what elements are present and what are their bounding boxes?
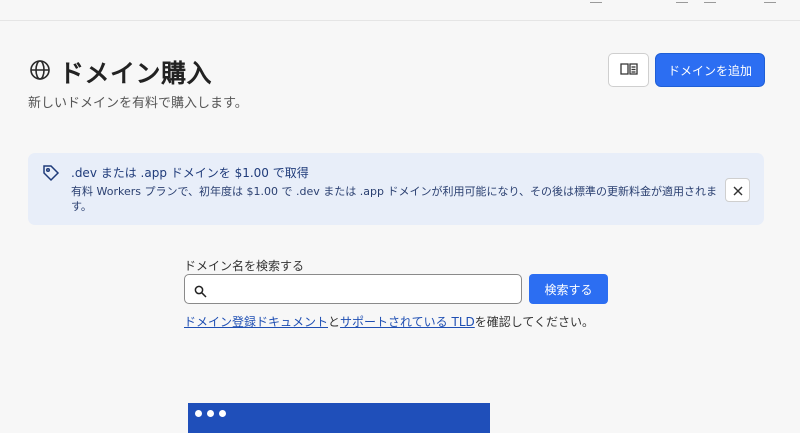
page-header: ドメイン購入 (29, 54, 212, 90)
help-text: ドメイン登録ドキュメントとサポートされている TLDを確認してください。 (184, 313, 594, 330)
globe-icon (29, 59, 51, 85)
search-button[interactable]: 検索する (529, 274, 608, 304)
tag-icon (42, 164, 60, 186)
window-dot (207, 410, 214, 417)
window-dot (195, 410, 202, 417)
add-domain-button[interactable]: ドメインを追加 (655, 53, 765, 87)
window-dot (219, 410, 226, 417)
help-connector: と (328, 315, 341, 329)
search-label: ドメイン名を検索する (184, 259, 305, 273)
documentation-button[interactable] (608, 53, 649, 87)
search-icon (194, 283, 207, 302)
nav-item[interactable] (590, 0, 602, 3)
domain-search-field[interactable] (184, 274, 522, 304)
book-icon (619, 61, 638, 80)
nav-item[interactable] (704, 0, 716, 3)
nav-item[interactable] (676, 0, 688, 3)
help-suffix: を確認してください。 (474, 315, 595, 329)
browser-illustration (188, 403, 490, 433)
supported-tld-link[interactable]: サポートされている TLD (340, 315, 475, 329)
page-subtitle: 新しいドメインを有料で購入します。 (28, 96, 248, 111)
page-title: ドメイン購入 (59, 59, 213, 88)
domain-search-input[interactable] (213, 279, 517, 301)
domain-registration-docs-link[interactable]: ドメイン登録ドキュメント (184, 315, 328, 329)
top-navigation-bar (0, 0, 800, 21)
close-icon (733, 181, 743, 200)
promo-banner: .dev または .app ドメインを $1.00 で取得 有料 Workers… (28, 153, 764, 225)
menu-icon[interactable] (764, 0, 776, 3)
banner-description: 有料 Workers プランで、初年度は $1.00 で .dev または .a… (71, 185, 718, 213)
banner-title: .dev または .app ドメインを $1.00 で取得 (71, 166, 309, 180)
banner-close-button[interactable] (725, 178, 750, 202)
